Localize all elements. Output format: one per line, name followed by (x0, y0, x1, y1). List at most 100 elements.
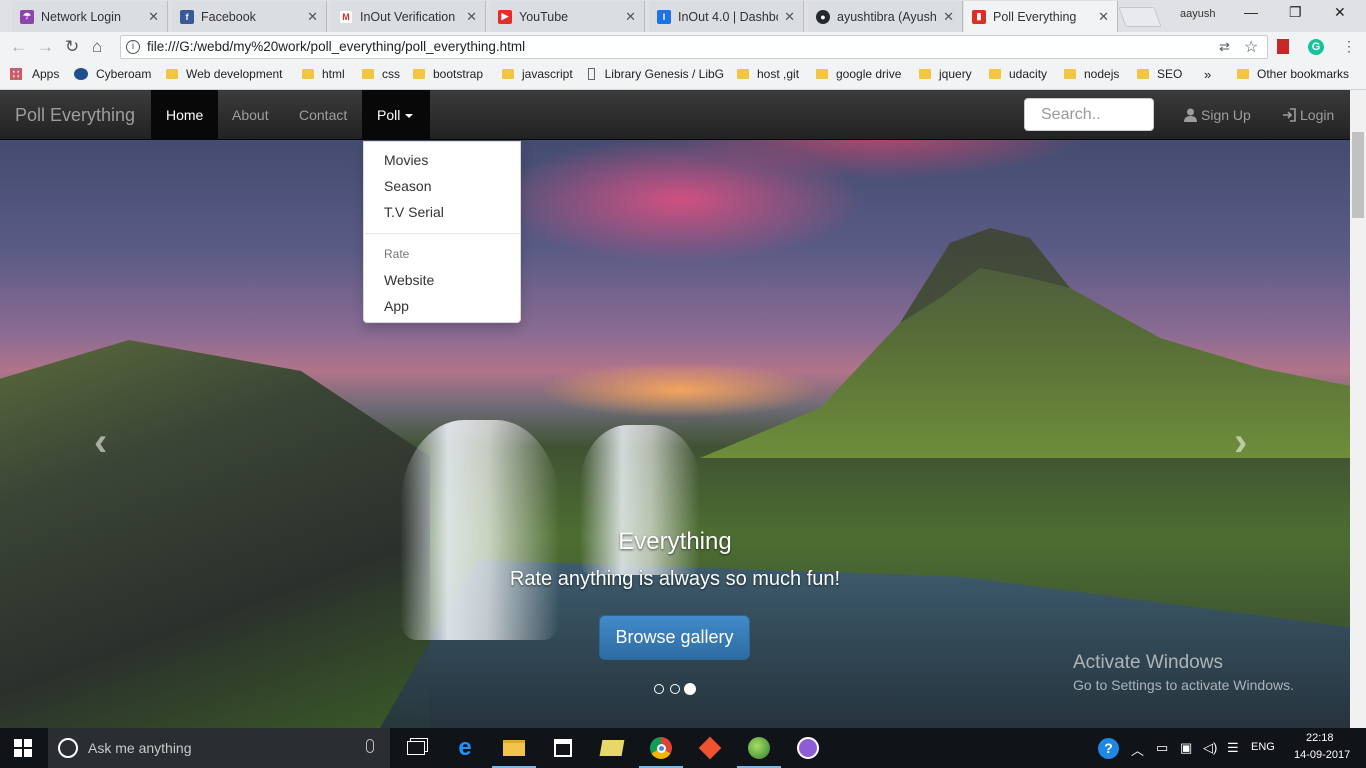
back-icon[interactable]: ← (10, 37, 27, 57)
grammarly-icon[interactable]: G (1308, 39, 1324, 55)
page-scrollbar[interactable] (1350, 90, 1366, 728)
tab-title: InOut Verification (360, 9, 456, 24)
help-icon[interactable]: ? (1098, 738, 1119, 759)
bookmark-javascript[interactable]: javascript (502, 67, 573, 81)
browse-gallery-button[interactable]: Browse gallery (599, 615, 750, 660)
login-link[interactable]: Login (1282, 90, 1334, 140)
close-icon[interactable]: ✕ (1098, 9, 1109, 25)
carousel-title: Everything (618, 528, 732, 555)
close-icon[interactable]: ✕ (943, 9, 954, 25)
bookmark-label: Apps (32, 67, 60, 81)
tab-youtube[interactable]: ▶ YouTube ✕ (490, 1, 645, 32)
chevron-up-icon[interactable]: ︿ (1131, 740, 1144, 759)
tab-poll-everything[interactable]: ▮ Poll Everything ✕ (964, 1, 1118, 32)
dropdown-item-tv-serial[interactable]: T.V Serial (384, 204, 444, 220)
close-icon[interactable]: ✕ (148, 9, 159, 25)
info-icon[interactable]: i (126, 40, 140, 54)
bookmark-google-drive[interactable]: google drive (816, 67, 901, 81)
nav-home[interactable]: Home (151, 90, 219, 140)
dropdown-item-movies[interactable]: Movies (384, 152, 428, 168)
tab-github[interactable]: ● ayushtibra (Ayush ✕ (808, 1, 963, 32)
bookmark-cyberoam[interactable]: Cyberoam (74, 67, 151, 81)
search-input[interactable] (1024, 98, 1154, 131)
language-indicator[interactable]: ENG (1251, 741, 1275, 753)
translate-icon[interactable]: ⇄ (1219, 39, 1230, 55)
forward-icon[interactable]: → (37, 37, 54, 57)
close-icon[interactable]: ✕ (784, 9, 795, 25)
task-view-icon[interactable] (392, 728, 440, 768)
microphone-icon[interactable] (366, 739, 374, 753)
nav-contact[interactable]: Contact (284, 90, 362, 140)
bookmark-udacity[interactable]: udacity (989, 67, 1047, 81)
window-close-icon[interactable]: ✕ (1334, 4, 1346, 21)
clock-date[interactable]: 14-09-2017 (1294, 749, 1350, 761)
scrollbar-thumb[interactable] (1352, 132, 1364, 218)
bookmarks-overflow-button[interactable]: » (1204, 67, 1211, 82)
close-icon[interactable]: ✕ (307, 9, 318, 25)
mountain-graphic (700, 228, 1350, 458)
carousel-indicator[interactable] (670, 684, 680, 694)
star-icon[interactable]: ☆ (1244, 37, 1258, 57)
login-label: Login (1300, 107, 1335, 123)
carousel-indicator-active[interactable] (684, 683, 696, 695)
clock-time[interactable]: 22:18 (1306, 732, 1334, 744)
bookmark-apps[interactable]: Apps (10, 67, 59, 81)
bookmark-css[interactable]: css (362, 67, 400, 81)
bookmark-other[interactable]: Other bookmarks (1237, 67, 1349, 81)
page-icon (588, 68, 595, 80)
overflow-label: » (1204, 67, 1212, 82)
carousel-prev-icon[interactable]: ‹ (94, 420, 107, 465)
bookmark-bootstrap[interactable]: bootstrap (413, 67, 483, 81)
file-explorer-icon[interactable] (490, 728, 538, 768)
folder-icon (166, 69, 178, 79)
tab-facebook[interactable]: f Facebook ✕ (172, 1, 327, 32)
sticky-notes-icon[interactable] (588, 728, 636, 768)
bookmark-host-git[interactable]: host ,git (737, 67, 799, 81)
new-tab-button[interactable] (1118, 7, 1162, 27)
volume-icon[interactable]: ◁) (1203, 740, 1217, 756)
bookmark-jquery[interactable]: jquery (919, 67, 972, 81)
dropdown-item-app[interactable]: App (384, 298, 409, 314)
tab-inout-verification[interactable]: M InOut Verification ✕ (331, 1, 486, 32)
store-icon[interactable] (539, 728, 587, 768)
notifications-icon[interactable]: ☰ (1227, 740, 1239, 756)
profile-name[interactable]: aayush (1180, 8, 1215, 20)
home-icon[interactable]: ⌂ (92, 37, 102, 57)
bookmark-html[interactable]: html (302, 67, 345, 81)
bookmark-seo[interactable]: SEO (1137, 67, 1182, 81)
git-icon[interactable] (686, 728, 734, 768)
restore-icon[interactable]: ❐ (1289, 4, 1302, 21)
folder-icon (989, 69, 1001, 79)
app-icon[interactable] (735, 728, 783, 768)
cortana-placeholder: Ask me anything (88, 740, 192, 756)
windows-start-icon[interactable] (14, 739, 32, 757)
nav-poll-dropdown[interactable]: Poll (362, 90, 430, 140)
carousel-next-icon[interactable]: › (1234, 420, 1247, 465)
bookmark-web-development[interactable]: Web development (166, 67, 283, 81)
facebook-icon: f (180, 9, 194, 24)
bookmark-library-genesis[interactable]: Library Genesis / LibG (588, 67, 724, 81)
tab-inout-dashboard[interactable]: I InOut 4.0 | Dashbo ✕ (649, 1, 804, 32)
close-icon[interactable]: ✕ (466, 9, 477, 25)
bookmark-extension-icon[interactable] (1277, 39, 1289, 54)
brand-link[interactable]: Poll Everything (15, 105, 135, 126)
close-icon[interactable]: ✕ (625, 9, 636, 25)
network-icon[interactable]: ▣ (1180, 740, 1192, 756)
bookmark-nodejs[interactable]: nodejs (1064, 67, 1119, 81)
signup-link[interactable]: Sign Up (1184, 90, 1251, 140)
edge-icon[interactable]: e (441, 728, 489, 768)
tab-network-login[interactable]: ☂ Network Login ✕ (12, 1, 168, 32)
github-desktop-icon[interactable] (784, 728, 832, 768)
nav-about[interactable]: About (217, 90, 284, 140)
menu-icon[interactable]: ⋮ (1342, 38, 1356, 55)
minimize-icon[interactable]: — (1244, 4, 1258, 20)
battery-icon[interactable]: ▭ (1156, 740, 1168, 756)
dropdown-item-season[interactable]: Season (384, 178, 431, 194)
url-text[interactable]: file:///G:/webd/my%20work/poll_everythin… (147, 39, 525, 54)
dropdown-item-website[interactable]: Website (384, 272, 434, 288)
chrome-icon[interactable] (637, 728, 685, 768)
carousel-indicator[interactable] (654, 684, 664, 694)
youtube-icon: ▶ (498, 9, 512, 24)
tab-title: Poll Everything (993, 9, 1077, 24)
reload-icon[interactable]: ↻ (65, 37, 79, 57)
